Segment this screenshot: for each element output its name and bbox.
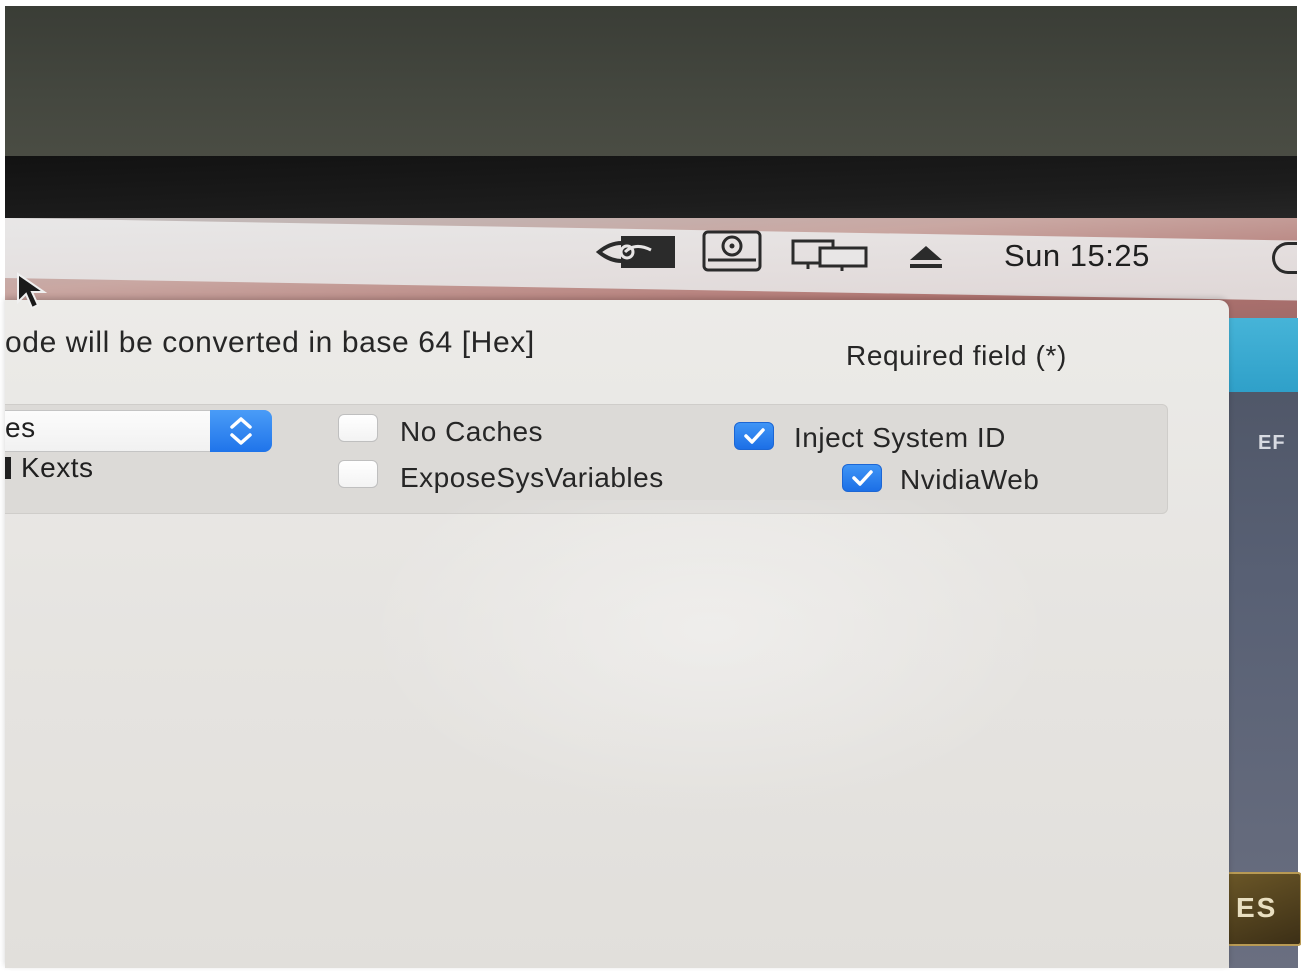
background-window-label: EF bbox=[1258, 432, 1286, 454]
inject-system-id-label[interactable]: Inject System ID bbox=[794, 422, 1006, 454]
nvidia-icon[interactable] bbox=[595, 232, 677, 277]
expose-sys-variables-checkbox[interactable] bbox=[338, 460, 378, 488]
nvidia-web-label[interactable]: NvidiaWeb bbox=[900, 464, 1039, 496]
expose-sys-variables-label[interactable]: ExposeSysVariables bbox=[400, 462, 664, 494]
no-caches-checkbox[interactable] bbox=[338, 414, 378, 442]
kexts-label: Kexts bbox=[5, 452, 94, 484]
notification-center-icon[interactable] bbox=[1272, 242, 1297, 274]
menubar-clock[interactable]: Sun 15:25 bbox=[1004, 238, 1150, 274]
checkmark-icon bbox=[852, 470, 873, 486]
popup-selected-value: es bbox=[5, 412, 36, 443]
mouse-cursor-icon bbox=[14, 272, 58, 317]
app-window bbox=[5, 300, 1229, 968]
popup-stepper-button[interactable] bbox=[210, 410, 272, 452]
eject-icon[interactable] bbox=[906, 244, 946, 275]
background-window-titlebar bbox=[1218, 318, 1298, 392]
chevron-updown-icon bbox=[230, 417, 252, 445]
nvidia-web-checkbox[interactable] bbox=[842, 464, 882, 492]
info-text: ode will be converted in base 64 [Hex] bbox=[5, 326, 535, 359]
background-window bbox=[1218, 318, 1298, 968]
background-badge-text: ES bbox=[1236, 892, 1278, 923]
checkmark-icon bbox=[744, 428, 765, 444]
wall-background bbox=[5, 6, 1297, 164]
no-caches-label[interactable]: No Caches bbox=[400, 416, 543, 448]
kexts-label-text: Kexts bbox=[21, 452, 94, 483]
displays-icon[interactable] bbox=[790, 238, 870, 277]
disk-icon[interactable] bbox=[700, 230, 764, 277]
required-field-note: Required field (*) bbox=[846, 340, 1067, 371]
inject-system-id-checkbox[interactable] bbox=[734, 422, 774, 450]
